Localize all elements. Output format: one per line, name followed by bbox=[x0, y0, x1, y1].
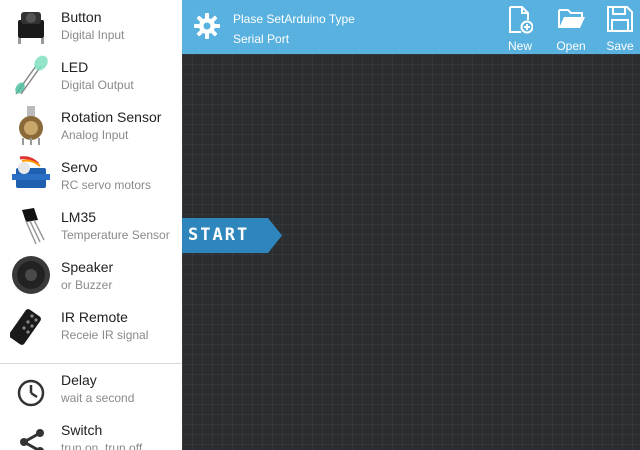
sidebar-item-subtitle: Receie IR signal bbox=[61, 328, 149, 342]
sidebar-item-delay[interactable]: Delay wait a second bbox=[0, 364, 182, 414]
sidebar-item-subtitle: Temperature Sensor bbox=[61, 228, 170, 242]
save-button-label: Save bbox=[606, 39, 634, 53]
new-button-label: New bbox=[507, 39, 532, 53]
speaker-icon bbox=[12, 256, 50, 294]
save-button[interactable]: Save bbox=[598, 3, 640, 53]
open-button[interactable]: Open bbox=[549, 3, 593, 53]
sidebar-item-led[interactable]: LED Digital Output bbox=[0, 50, 182, 100]
component-sidebar: Button Digital Input LED Digital Output … bbox=[0, 0, 182, 450]
new-file-icon bbox=[509, 6, 533, 34]
push-button-icon bbox=[18, 12, 44, 44]
clock-icon bbox=[17, 379, 45, 407]
open-button-label: Open bbox=[556, 39, 586, 53]
serial-port-status[interactable]: Serial Port bbox=[233, 32, 289, 46]
sidebar-item-subtitle: RC servo motors bbox=[61, 178, 152, 192]
sidebar-item-title: Rotation Sensor bbox=[61, 109, 162, 125]
sidebar-item-title: Delay bbox=[61, 372, 97, 388]
sidebar-item-subtitle: Digital Input bbox=[61, 28, 125, 42]
sidebar-item-button[interactable]: Button Digital Input bbox=[0, 0, 182, 50]
folder-open-icon bbox=[558, 9, 585, 28]
start-block[interactable]: START bbox=[182, 218, 284, 253]
sidebar-item-subtitle: Analog Input bbox=[61, 128, 129, 142]
lm35-icon bbox=[22, 208, 45, 245]
sidebar-item-title: LED bbox=[61, 59, 89, 75]
new-button[interactable]: New bbox=[498, 3, 542, 53]
sidebar-item-title: LM35 bbox=[61, 209, 97, 225]
led-icon bbox=[15, 55, 48, 95]
arduino-type-status[interactable]: Plase SetArduino Type bbox=[233, 12, 355, 26]
floppy-disk-icon bbox=[607, 6, 633, 32]
sidebar-item-rotation-sensor[interactable]: Rotation Sensor Analog Input bbox=[0, 100, 182, 150]
sidebar-item-title: Servo bbox=[61, 159, 98, 175]
share-icon bbox=[20, 429, 44, 450]
sidebar-item-subtitle: trun on, trun off bbox=[61, 441, 143, 450]
sidebar-item-title: Speaker bbox=[61, 259, 114, 275]
top-toolbar: Plase SetArduino Type Serial Port New Op… bbox=[182, 0, 640, 54]
ir-remote-icon bbox=[10, 309, 41, 345]
servo-icon bbox=[12, 156, 50, 188]
sidebar-item-subtitle: wait a second bbox=[61, 391, 135, 405]
sidebar-item-title: Switch bbox=[61, 422, 103, 438]
sidebar-item-lm35[interactable]: LM35 Temperature Sensor bbox=[0, 200, 182, 250]
sidebar-item-servo[interactable]: Servo RC servo motors bbox=[0, 150, 182, 200]
sidebar-item-subtitle: or Buzzer bbox=[61, 278, 113, 292]
start-block-label: START bbox=[188, 225, 250, 245]
sidebar-item-switch[interactable]: Switch trun on, trun off bbox=[0, 414, 182, 450]
potentiometer-icon bbox=[19, 106, 43, 145]
gear-icon[interactable] bbox=[194, 13, 220, 39]
sidebar-item-title: Button bbox=[61, 9, 102, 25]
sidebar-item-speaker[interactable]: Speaker or Buzzer bbox=[0, 250, 182, 300]
sidebar-item-title: IR Remote bbox=[61, 309, 128, 325]
sidebar-item-subtitle: Digital Output bbox=[61, 78, 134, 92]
sidebar-item-ir-remote[interactable]: IR Remote Receie IR signal bbox=[0, 300, 182, 350]
